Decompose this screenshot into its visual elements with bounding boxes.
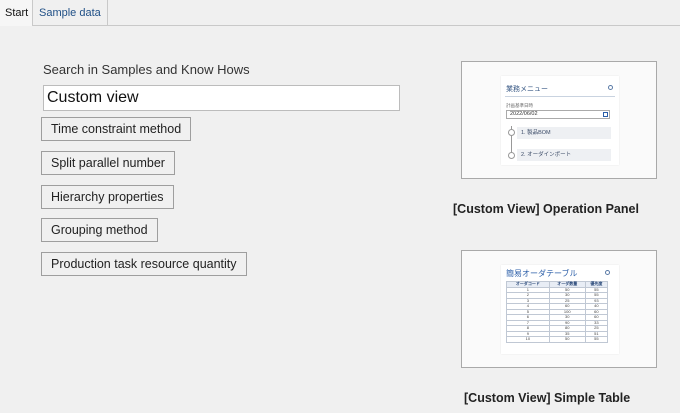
op-preview-step-marker (508, 152, 515, 159)
op-preview-date-field: 2022/06/02 (506, 110, 610, 119)
tab-bar: Start Sample data (0, 0, 680, 26)
card-caption-operation-panel[interactable]: [Custom View] Operation Panel (453, 202, 639, 216)
op-preview-step-marker (508, 129, 515, 136)
table-cell: 50 (548, 336, 586, 343)
sample-button-production-task-resource-quantity[interactable]: Production task resource quantity (41, 252, 247, 276)
search-label: Search in Samples and Know Hows (43, 62, 250, 77)
sample-button-hierarchy-properties[interactable]: Hierarchy properties (41, 185, 174, 209)
sample-button-grouping-method[interactable]: Grouping method (41, 218, 158, 242)
st-preview-table: オーダコード オーダ数量 優先度 1 50 55 2 30 55 3 25 93 4 60 40… (506, 281, 609, 343)
op-preview-date-value: 2022/06/02 (510, 111, 538, 117)
card-simple-table[interactable]: 簡易オーダテーブル オーダコード オーダ数量 優先度 1 50 55 2 30 55 3… (461, 250, 657, 368)
op-preview-date-label: 計画基準日時 (506, 103, 533, 108)
settings-icon (608, 85, 613, 90)
st-preview-title: 簡易オーダテーブル (506, 269, 578, 278)
table-row: 10 50 55 (506, 336, 609, 343)
table-cell: 10 (506, 336, 550, 343)
card-caption-simple-table[interactable]: [Custom View] Simple Table (464, 391, 630, 405)
op-preview-step: 1. 製品BOM (517, 127, 611, 139)
op-preview-step: 2. オーダインポート (517, 149, 611, 161)
tab-start[interactable]: Start (0, 0, 33, 26)
sample-button-split-parallel-number[interactable]: Split parallel number (41, 151, 175, 175)
op-preview-divider (505, 96, 615, 97)
settings-icon (605, 270, 610, 275)
table-cell: 55 (584, 336, 609, 343)
search-input[interactable] (43, 85, 400, 111)
calendar-icon (603, 112, 608, 117)
simple-table-thumbnail: 簡易オーダテーブル オーダコード オーダ数量 優先度 1 50 55 2 30 55 3… (501, 265, 619, 354)
sample-button-time-constraint-method[interactable]: Time constraint method (41, 117, 192, 141)
table-header-row: オーダコード オーダ数量 優先度 (506, 281, 609, 288)
tab-sample-data[interactable]: Sample data (34, 0, 108, 26)
op-preview-title: 業務メニュー (506, 86, 548, 93)
card-operation-panel[interactable]: 業務メニュー 計画基準日時 2022/06/02 1. 製品BOM 2. オーダ… (461, 61, 657, 179)
operation-panel-thumbnail: 業務メニュー 計画基準日時 2022/06/02 1. 製品BOM 2. オーダ… (501, 76, 619, 165)
